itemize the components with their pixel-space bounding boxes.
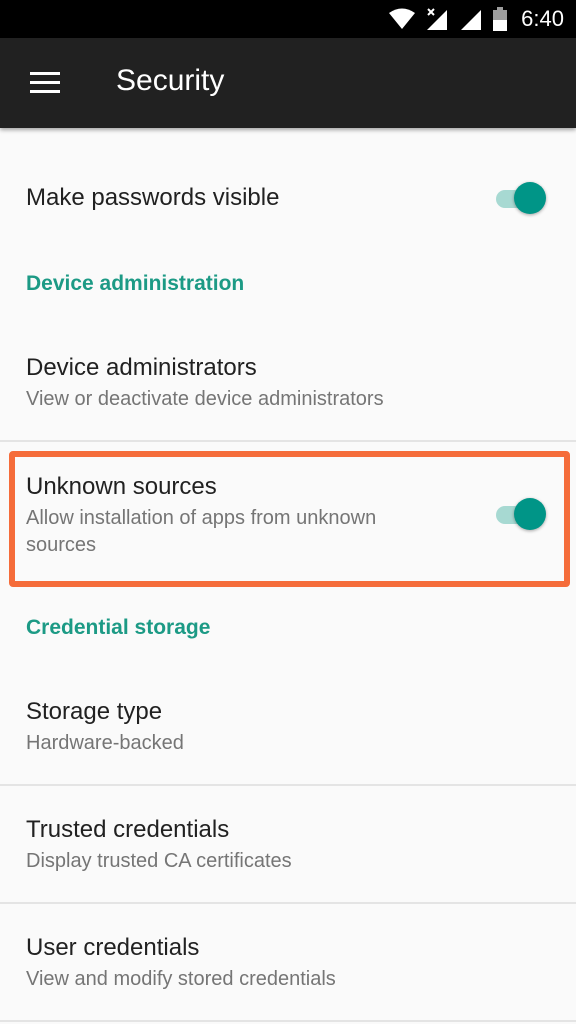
user-credentials-row[interactable]: User credentials View and modify stored … xyxy=(0,904,576,1020)
device-administrators-summary: View or deactivate device administrators xyxy=(26,388,384,410)
app-bar: Security xyxy=(0,38,576,128)
trusted-credentials-summary: Display trusted CA certificates xyxy=(26,850,292,872)
trusted-credentials-title: Trusted credentials xyxy=(26,816,230,843)
make-passwords-visible-title: Make passwords visible xyxy=(26,184,280,211)
status-bar: 6:40 xyxy=(0,0,576,38)
signal-no-sim-icon xyxy=(427,8,448,30)
trusted-credentials-row[interactable]: Trusted credentials Display trusted CA c… xyxy=(0,786,576,902)
signal-icon xyxy=(461,10,482,30)
device-administrators-title: Device administrators xyxy=(26,354,257,381)
status-icons: 6:40 xyxy=(389,0,564,38)
storage-type-summary: Hardware-backed xyxy=(26,732,184,754)
wifi-icon xyxy=(389,8,416,29)
menu-icon[interactable] xyxy=(30,72,60,94)
divider xyxy=(0,1020,576,1022)
battery-icon xyxy=(493,7,508,31)
storage-type-row[interactable]: Storage type Hardware-backed xyxy=(0,672,576,784)
storage-type-title: Storage type xyxy=(26,698,163,725)
highlight-box xyxy=(9,451,570,587)
make-passwords-visible-toggle[interactable] xyxy=(494,181,546,215)
user-credentials-summary: View and modify stored credentials xyxy=(26,968,336,990)
clock: 6:40 xyxy=(521,6,564,31)
credential-storage-header: Credential storage xyxy=(26,616,211,639)
make-passwords-visible-row[interactable]: Make passwords visible xyxy=(0,128,576,258)
page-title: Security xyxy=(116,64,225,97)
user-credentials-title: User credentials xyxy=(26,934,200,961)
device-administration-header: Device administration xyxy=(26,272,245,295)
device-administrators-row[interactable]: Device administrators View or deactivate… xyxy=(0,330,576,440)
toggle-thumb xyxy=(514,182,546,214)
